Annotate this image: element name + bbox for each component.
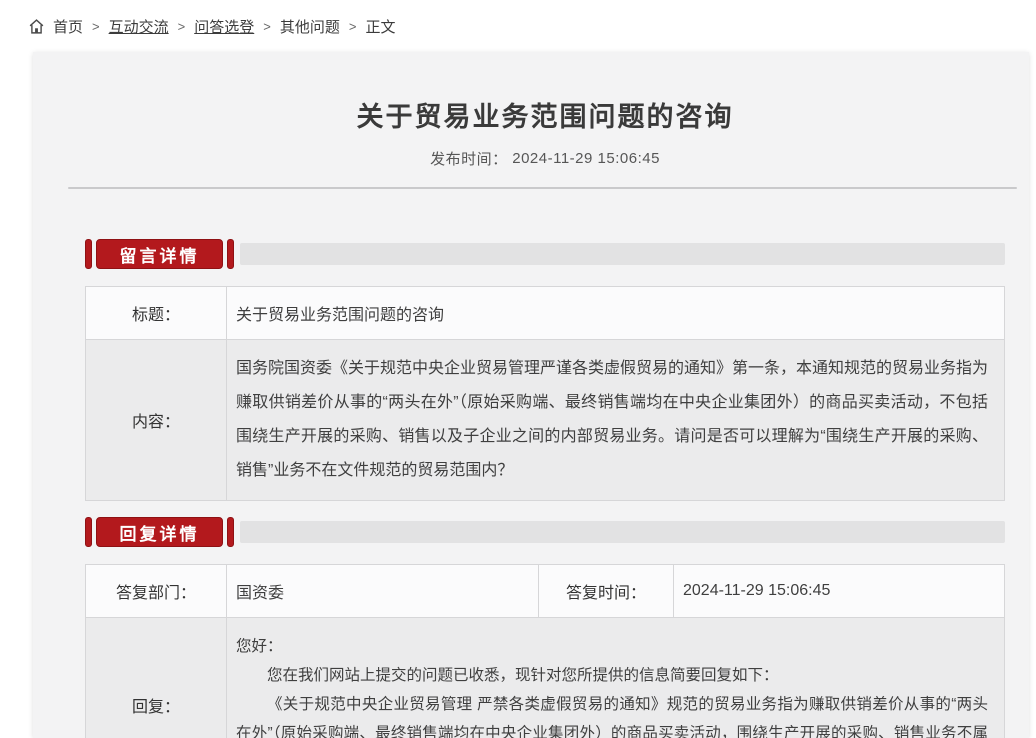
table-row: 内容： 国务院国资委《关于规范中央企业贸易管理严谨各类虚假贸易的通知》第一条，本…: [86, 339, 1004, 500]
breadcrumb-separator: >: [92, 19, 100, 34]
publish-time-label: 发布时间：: [430, 151, 508, 168]
publish-time: 发布时间： 2024-11-29 15:06:45: [85, 148, 1005, 168]
reply-dept-value: 国资委: [226, 565, 538, 617]
breadcrumb-item-current: 正文: [365, 16, 395, 37]
section-header-strip: [240, 521, 1005, 543]
publish-time-value: 2024-11-29 15:06:45: [512, 150, 660, 167]
reply-paragraph: 您在我们网站上提交的问题已收悉，现针对您所提供的信息简要回复如下：: [236, 661, 988, 690]
table-row: 回复： 您好： 您在我们网站上提交的问题已收悉，现针对您所提供的信息简要回复如下…: [86, 617, 1004, 738]
breadcrumb-separator: >: [349, 19, 357, 34]
breadcrumb-item-other[interactable]: 其他问题: [280, 16, 340, 37]
red-bar-icon: [227, 517, 234, 547]
title-divider: [68, 187, 1017, 189]
message-section-header: 留言详情: [85, 239, 1005, 269]
article-card: 关于贸易业务范围问题的咨询 发布时间： 2024-11-29 15:06:45 …: [33, 52, 1029, 738]
message-content-value: 国务院国资委《关于规范中央企业贸易管理严谨各类虚假贸易的通知》第一条，本通知规范…: [226, 340, 1004, 500]
reply-section-header: 回复详情: [85, 517, 1005, 547]
reply-content-value: 您好： 您在我们网站上提交的问题已收悉，现针对您所提供的信息简要回复如下： 《关…: [226, 618, 1004, 738]
breadcrumb-item-qa[interactable]: 问答选登: [194, 16, 254, 37]
red-bar-icon: [85, 517, 92, 547]
table-row: 标题： 关于贸易业务范围问题的咨询: [86, 287, 1004, 339]
reply-paragraph: 您好：: [236, 632, 988, 661]
reply-paragraph: 《关于规范中央企业贸易管理 严禁各类虚假贸易的通知》规范的贸易业务指为赚取供销差…: [236, 690, 988, 738]
reply-time-value: 2024-11-29 15:06:45: [673, 565, 1004, 617]
reply-time-label: 答复时间：: [538, 565, 673, 617]
breadcrumb: 首页 > 互动交流 > 问答选登 > 其他问题 > 正文: [0, 0, 1036, 52]
reply-dept-label: 答复部门：: [86, 565, 226, 617]
red-bar-icon: [85, 239, 92, 269]
table-row: 答复部门： 国资委 答复时间： 2024-11-29 15:06:45: [86, 565, 1004, 617]
reply-table: 答复部门： 国资委 答复时间： 2024-11-29 15:06:45 回复： …: [85, 564, 1005, 738]
section-header-strip: [240, 243, 1005, 265]
red-bar-icon: [227, 239, 234, 269]
home-icon[interactable]: [28, 18, 45, 35]
message-table: 标题： 关于贸易业务范围问题的咨询 内容： 国务院国资委《关于规范中央企业贸易管…: [85, 286, 1005, 501]
reply-section-badge: 回复详情: [96, 517, 223, 547]
message-section-badge: 留言详情: [96, 239, 223, 269]
breadcrumb-separator: >: [263, 19, 271, 34]
breadcrumb-separator: >: [178, 19, 186, 34]
reply-content-label: 回复：: [86, 618, 226, 738]
breadcrumb-item-interaction[interactable]: 互动交流: [109, 16, 169, 37]
breadcrumb-item-home[interactable]: 首页: [53, 16, 83, 37]
page-title: 关于贸易业务范围问题的咨询: [85, 52, 1005, 136]
message-title-value: 关于贸易业务范围问题的咨询: [226, 287, 1004, 339]
message-content-text: 国务院国资委《关于规范中央企业贸易管理严谨各类虚假贸易的通知》第一条，本通知规范…: [236, 352, 988, 488]
message-title-label: 标题：: [86, 287, 226, 339]
message-content-label: 内容：: [86, 340, 226, 500]
